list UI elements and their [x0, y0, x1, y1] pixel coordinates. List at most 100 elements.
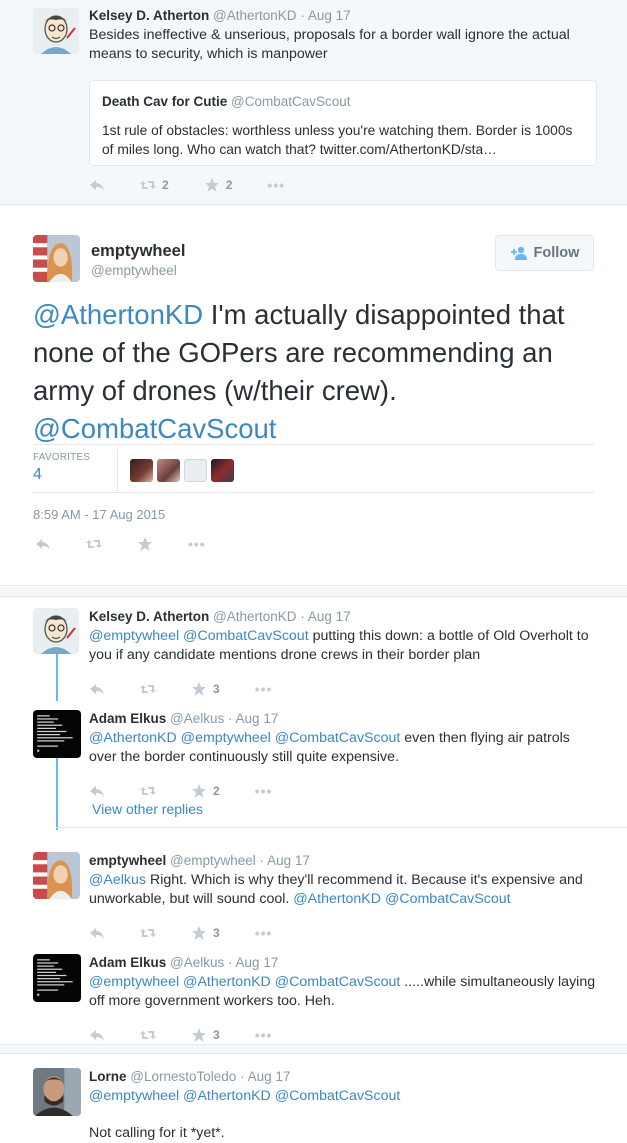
avatar[interactable] — [157, 459, 180, 482]
favorite-button[interactable]: 3 — [191, 1027, 220, 1043]
more-options-icon[interactable]: ••• — [255, 1027, 273, 1043]
author-handle[interactable]: @AthertonKD — [213, 609, 297, 624]
retweet-icon — [140, 787, 156, 795]
reply-button[interactable] — [89, 783, 105, 799]
retweet-button[interactable] — [86, 536, 102, 552]
tweet-time[interactable]: · Aug 17 — [228, 711, 278, 726]
author-handle[interactable]: @emptywheel — [91, 263, 185, 278]
author-name[interactable]: Adam Elkus — [89, 955, 166, 970]
favorite-button[interactable] — [137, 536, 153, 552]
star-icon — [138, 537, 152, 551]
retweet-icon — [140, 685, 156, 693]
mention-links[interactable]: @emptywheel @CombatCavScout — [89, 628, 309, 644]
mention-links[interactable]: @AthertonKD @CombatCavScout — [293, 891, 510, 907]
star-icon — [204, 178, 219, 192]
tweet-time[interactable]: · Aug 17 — [240, 1069, 290, 1084]
more-options-icon[interactable]: ••• — [267, 177, 285, 193]
more-options-icon[interactable]: ••• — [255, 681, 273, 697]
reply-tweet[interactable]: Adam Elkus @Aelkus · Aug 17 @AthertonKD … — [0, 710, 627, 801]
avatar-emptywheel[interactable] — [33, 852, 80, 899]
retweet-button[interactable] — [140, 681, 156, 697]
mention-links[interactable]: @emptywheel @AthertonKD @CombatCavScout — [89, 1088, 400, 1104]
mention-link[interactable]: @CombatCavScout — [33, 413, 276, 444]
reply-tweet[interactable]: Kelsey D. Atherton @AthertonKD · Aug 17 … — [0, 608, 627, 699]
retweet-icon — [140, 1031, 156, 1039]
reply-tweet[interactable]: Adam Elkus @Aelkus · Aug 17 @emptywheel … — [0, 954, 627, 1045]
reply-button[interactable] — [89, 177, 105, 193]
view-other-replies-link[interactable]: View other replies — [92, 801, 203, 817]
retweet-button[interactable]: 2 — [140, 177, 169, 193]
star-icon — [192, 682, 206, 696]
author-handle[interactable]: @Aelkus — [170, 711, 224, 726]
more-options-icon[interactable]: ••• — [255, 925, 273, 941]
reply-button[interactable] — [89, 681, 105, 697]
reply-icon — [90, 1030, 104, 1041]
author-name[interactable]: Kelsey D. Atherton — [89, 8, 209, 23]
author-handle[interactable]: @AthertonKD — [213, 8, 297, 23]
favorite-count: 2 — [213, 784, 220, 798]
avatar-kelsey[interactable] — [33, 8, 79, 54]
quote-text: 1st rule of obstacles: worthless unless … — [102, 123, 573, 157]
tweet-timestamp[interactable]: 8:59 AM - 17 Aug 2015 — [33, 507, 165, 522]
retweet-icon — [86, 540, 102, 548]
quote-tweet[interactable]: Death Cav for Cutie @CombatCavScout 1st … — [89, 80, 597, 166]
tweet-time[interactable]: · Aug 17 — [300, 609, 350, 624]
retweet-icon — [140, 929, 156, 937]
retweet-icon — [140, 181, 156, 189]
retweet-button[interactable] — [140, 783, 156, 799]
main-tweet: emptywheel @emptywheel Follow @AthertonK… — [0, 206, 627, 586]
favorite-button[interactable]: 3 — [191, 925, 220, 941]
retweet-button[interactable] — [140, 1027, 156, 1043]
tweet-text: @AthertonKD I'm actually disappointed th… — [33, 296, 593, 448]
avatar[interactable] — [130, 459, 153, 482]
avatar-adam[interactable] — [33, 710, 81, 758]
avatar[interactable] — [184, 459, 207, 482]
mention-links[interactable]: @AthertonKD @emptywheel @CombatCavScout — [89, 730, 400, 746]
quote-author-handle: @CombatCavScout — [231, 94, 351, 109]
reply-icon — [90, 928, 104, 939]
avatar-adam[interactable] — [33, 954, 81, 1002]
avatar-kelsey[interactable] — [33, 608, 79, 654]
favoriter-avatars — [130, 459, 234, 482]
author-name[interactable]: Lorne — [89, 1069, 127, 1084]
favorite-count: 2 — [225, 178, 233, 192]
replies-list: Kelsey D. Atherton @AthertonKD · Aug 17 … — [0, 598, 627, 1143]
retweet-button[interactable] — [140, 925, 156, 941]
more-options-icon[interactable]: ••• — [255, 783, 273, 799]
author-name[interactable]: emptywheel — [89, 853, 166, 868]
favorite-count: 3 — [213, 1028, 220, 1042]
favorite-button[interactable]: 2 — [191, 783, 220, 799]
tweet-time[interactable]: · Aug 17 — [228, 955, 278, 970]
author-name[interactable]: Adam Elkus — [89, 711, 166, 726]
reply-button[interactable] — [35, 536, 51, 552]
tweet-text: Not calling for it *yet*. — [89, 1125, 225, 1141]
reply-icon — [90, 786, 104, 797]
favorite-button[interactable]: 3 — [191, 681, 220, 697]
retweet-count: 2 — [162, 178, 169, 192]
reply-button[interactable] — [89, 925, 105, 941]
tweet-time[interactable]: · Aug 17 — [260, 853, 310, 868]
author-name[interactable]: emptywheel — [91, 242, 185, 261]
reply-tweet[interactable]: Lorne @LornestoToledo · Aug 17 @emptywhe… — [0, 1068, 627, 1143]
reply-button[interactable] — [89, 1027, 105, 1043]
author-handle[interactable]: @emptywheel — [170, 853, 256, 868]
avatar-emptywheel[interactable] — [33, 235, 80, 282]
follow-button[interactable]: Follow — [495, 235, 594, 271]
avatar-lorne[interactable] — [33, 1068, 81, 1116]
avatar[interactable] — [211, 459, 234, 482]
reply-icon — [90, 684, 104, 695]
more-options-icon[interactable]: ••• — [188, 536, 206, 552]
author-name[interactable]: Kelsey D. Atherton — [89, 609, 209, 624]
star-icon — [192, 784, 206, 798]
author-handle[interactable]: @Aelkus — [170, 955, 224, 970]
reply-tweet[interactable]: emptywheel @emptywheel · Aug 17 @Aelkus … — [0, 852, 627, 943]
favorites-stat[interactable]: FAVORITES 4 — [33, 452, 90, 484]
author-handle[interactable]: @LornestoToledo — [130, 1069, 236, 1084]
mention-links[interactable]: @emptywheel @AthertonKD @CombatCavScout — [89, 974, 400, 990]
mention-link[interactable]: @AthertonKD — [33, 299, 203, 330]
tweet-time[interactable]: · Aug 17 — [300, 8, 350, 23]
mention-link[interactable]: @Aelkus — [89, 872, 146, 888]
favorite-button[interactable]: 2 — [204, 177, 233, 193]
context-tweet[interactable]: Kelsey D. Atherton @AthertonKD · Aug 17 … — [0, 0, 627, 205]
favorites-label: FAVORITES — [33, 452, 91, 463]
